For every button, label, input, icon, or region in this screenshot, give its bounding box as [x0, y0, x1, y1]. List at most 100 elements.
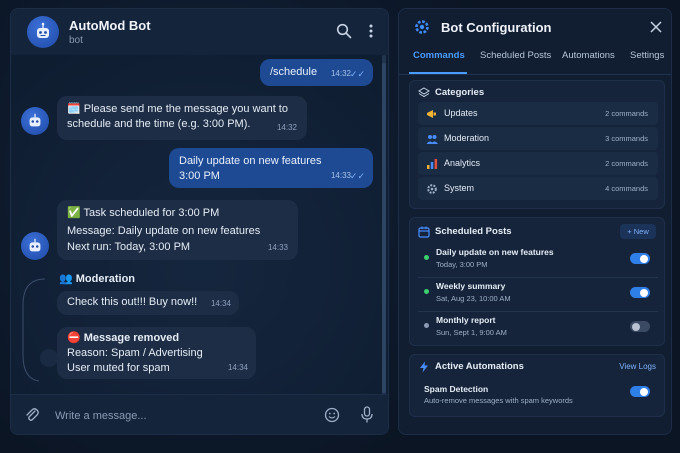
message-time: 14:33: [330, 171, 351, 180]
category-row-updates[interactable]: Updates 2 commands: [418, 102, 658, 125]
categories-title: Categories: [435, 87, 485, 98]
bot-avatar[interactable]: [21, 232, 49, 260]
message-outgoing[interactable]: Daily update on new features 3:00 PM 14:…: [169, 148, 373, 188]
categories-card: Categories Updates 2 commands Moderation…: [409, 80, 665, 209]
message-incoming[interactable]: 🗓️ Please send me the message you want t…: [57, 96, 307, 140]
scheduled-post-item[interactable]: Daily update on new features Today, 3:00…: [418, 245, 658, 273]
layers-icon: [418, 87, 430, 98]
post-schedule: Today, 3:00 PM: [436, 260, 488, 269]
bot-avatar[interactable]: [27, 16, 59, 48]
chat-panel: AutoMod Bot bot /schedule 14:32 ✓✓ 🗓️ Pl…: [10, 8, 389, 435]
bot-avatar[interactable]: [21, 107, 49, 135]
message-text: ✅ Task scheduled for 3:00 PM: [67, 207, 220, 219]
robot-icon: [29, 113, 41, 127]
post-toggle[interactable]: [630, 287, 650, 298]
read-check-icon: ✓✓: [349, 69, 365, 79]
scheduled-post-item[interactable]: Monthly report Sun, Sept 1, 9:00 AM: [418, 313, 658, 341]
message-outgoing[interactable]: /schedule 14:32 ✓✓: [260, 59, 373, 86]
message-text: User muted for spam: [67, 362, 170, 374]
close-icon[interactable]: [649, 20, 663, 34]
message-time: 14:32: [276, 123, 297, 132]
chat-scrollbar[interactable]: [382, 55, 386, 400]
post-schedule: Sun, Sept 1, 9:00 AM: [436, 328, 507, 337]
active-tab-indicator: [409, 72, 467, 74]
category-row-analytics[interactable]: Analytics 2 commands: [418, 152, 658, 175]
category-count: 2 commands: [605, 159, 648, 168]
category-count: 4 commands: [605, 184, 648, 193]
message-incoming[interactable]: Check this out!!! Buy now!! 14:34: [57, 291, 239, 315]
message-text: Check this out!!! Buy now!!: [67, 296, 198, 308]
post-name: Monthly report: [436, 315, 496, 325]
message-text: Daily update on new features: [179, 155, 322, 167]
message-text: /schedule: [270, 66, 318, 78]
tab-scheduled-posts[interactable]: Scheduled Posts: [480, 50, 551, 61]
robot-icon: [29, 238, 41, 252]
message-time: 14:32: [330, 69, 351, 78]
category-row-moderation[interactable]: Moderation 3 commands: [418, 127, 658, 150]
composer: [11, 394, 388, 434]
users-icon: [426, 132, 438, 144]
message-text: Next run: Today, 3:00 PM: [67, 241, 191, 253]
message-text: schedule and the time (e.g. 3:00 PM).: [67, 118, 251, 130]
lightning-icon: [420, 361, 428, 373]
category-name: Moderation: [444, 133, 490, 143]
automation-item[interactable]: Spam Detection Auto-remove messages with…: [418, 382, 658, 410]
category-row-system[interactable]: System 4 commands: [418, 177, 658, 200]
message-time: 14:33: [267, 243, 288, 252]
more-vertical-icon[interactable]: [363, 23, 379, 39]
message-incoming[interactable]: ⛔ Message removed Reason: Spam / Adverti…: [57, 327, 256, 379]
automations-card: Active Automations View Logs Spam Detect…: [409, 354, 665, 417]
user-avatar[interactable]: [40, 349, 58, 367]
chat-subtitle: bot: [69, 35, 83, 46]
paperclip-icon[interactable]: [24, 407, 40, 423]
message-text: 🗓️ Please send me the message you want t…: [67, 103, 288, 115]
chat-title: AutoMod Bot: [69, 18, 151, 33]
automation-name: Spam Detection: [424, 384, 489, 394]
message-time: 14:34: [210, 299, 231, 308]
scheduled-posts-card: Scheduled Posts + New Daily update on ne…: [409, 217, 665, 346]
divider: [418, 311, 658, 312]
config-panel: Bot Configuration Commands Scheduled Pos…: [398, 8, 672, 435]
microphone-icon[interactable]: [360, 406, 374, 424]
view-logs-link[interactable]: View Logs: [619, 362, 656, 371]
category-name: Updates: [444, 108, 478, 118]
new-post-button[interactable]: + New: [620, 224, 656, 239]
category-name: System: [444, 183, 475, 193]
status-dot: [424, 323, 429, 328]
gear-icon: [415, 20, 429, 34]
tab-settings[interactable]: Settings: [630, 50, 664, 61]
tab-automations[interactable]: Automations: [562, 50, 615, 61]
search-icon[interactable]: [336, 23, 352, 39]
tab-commands[interactable]: Commands: [413, 50, 465, 61]
bar-chart-icon: [426, 157, 438, 169]
automation-toggle[interactable]: [630, 386, 650, 397]
automations-title: Active Automations: [435, 361, 524, 372]
config-title: Bot Configuration: [441, 20, 552, 35]
post-name: Weekly summary: [436, 281, 506, 291]
config-tabs: Commands Scheduled Posts Automations Set…: [399, 47, 671, 75]
read-check-icon: ✓✓: [349, 171, 365, 181]
scheduled-posts-title: Scheduled Posts: [435, 226, 512, 237]
message-time: 14:34: [227, 363, 248, 372]
robot-icon: [37, 22, 49, 38]
category-count: 3 commands: [605, 134, 648, 143]
status-dot: [424, 289, 429, 294]
chat-header: AutoMod Bot bot: [11, 9, 388, 55]
divider: [418, 277, 658, 278]
settings-icon: [426, 182, 438, 194]
automation-desc: Auto-remove messages with spam keywords: [424, 396, 573, 405]
status-dot: [424, 255, 429, 260]
message-incoming[interactable]: ✅ Task scheduled for 3:00 PM Message: Da…: [57, 200, 298, 260]
post-toggle[interactable]: [630, 321, 650, 332]
calendar-icon: [418, 226, 430, 238]
emoji-icon[interactable]: [324, 407, 340, 423]
message-text: Message: Daily update on new features: [67, 225, 261, 237]
post-schedule: Sat, Aug 23, 10:00 AM: [436, 294, 511, 303]
moderation-label: 👥 Moderation: [59, 273, 136, 285]
post-name: Daily update on new features: [436, 247, 554, 257]
scheduled-post-item[interactable]: Weekly summary Sat, Aug 23, 10:00 AM: [418, 279, 658, 307]
message-input[interactable]: [55, 407, 305, 425]
category-name: Analytics: [444, 158, 481, 168]
post-toggle[interactable]: [630, 253, 650, 264]
message-text: Reason: Spam / Advertising: [67, 347, 203, 359]
